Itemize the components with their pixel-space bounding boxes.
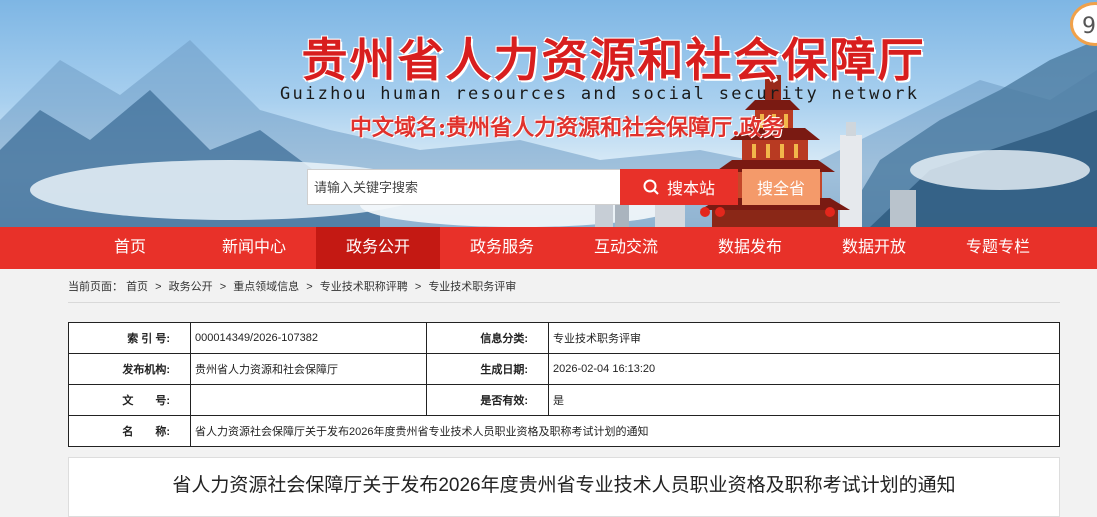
name-label: 名 称: [68, 415, 191, 447]
name-value: 省人力资源社会保障厅关于发布2026年度贵州省专业技术人员职业资格及职称考试计划… [190, 415, 1060, 447]
valid-value: 是 [548, 384, 1060, 416]
domain-name-label: 中文域名:贵州省人力资源和社会保障厅.政务 [350, 115, 784, 141]
article-container: 省人力资源社会保障厅关于发布2026年度贵州省专业技术人员职业资格及职称考试计划… [68, 457, 1060, 517]
category-value: 专业技术职务评审 [548, 322, 1060, 354]
table-row: 文 号: 是否有效: 是 [68, 384, 1060, 416]
breadcrumb-separator: > [306, 281, 313, 293]
nav-item-open-data[interactable]: 数据开放 [812, 227, 936, 269]
date-value: 2026-02-04 16:13:20 [548, 353, 1060, 385]
nav-item-gov-affairs[interactable]: 政务公开 [316, 227, 440, 269]
docno-value [190, 384, 427, 416]
breadcrumb-separator: > [414, 281, 422, 293]
breadcrumb-prefix: 当前页面： [68, 281, 123, 293]
category-label: 信息分类: [426, 322, 549, 354]
table-row: 发布机构: 贵州省人力资源和社会保障厅 生成日期: 2026-02-04 16:… [68, 353, 1060, 385]
nav-item-gov-services[interactable]: 政务服务 [440, 227, 564, 269]
docno-label: 文 号: [68, 384, 191, 416]
breadcrumb: 当前页面： 首页 > 政务公开 > 重点领域信息 > 专业技术职称评聘 > 专业… [68, 278, 1060, 303]
breadcrumb-title-review[interactable]: 专业技术职务评审 [428, 281, 516, 293]
breadcrumb-separator: > [219, 281, 227, 293]
publisher-value: 贵州省人力资源和社会保障厅 [190, 353, 427, 385]
main-nav: 首页 新闻中心 政务公开 政务服务 互动交流 数据发布 数据开放 专题专栏 [0, 227, 1097, 269]
date-label: 生成日期: [426, 353, 549, 385]
breadcrumb-title-evaluation[interactable]: 专业技术职称评聘 [320, 281, 408, 293]
nav-item-topics[interactable]: 专题专栏 [936, 227, 1060, 269]
nav-item-news[interactable]: 新闻中心 [192, 227, 316, 269]
search-icon [643, 179, 659, 195]
breadcrumb-separator: > [155, 281, 162, 293]
valid-label: 是否有效: [426, 384, 549, 416]
table-row: 索 引 号: 000014349/2026-107382 信息分类: 专业技术职… [68, 322, 1060, 354]
index-label: 索 引 号: [68, 322, 191, 354]
site-title: 贵州省人力资源和社会保障厅 [301, 33, 926, 87]
article-title: 省人力资源社会保障厅关于发布2026年度贵州省专业技术人员职业资格及职称考试计划… [172, 475, 956, 496]
index-value: 000014349/2026-107382 [190, 322, 427, 354]
document-info-table: 索 引 号: 000014349/2026-107382 信息分类: 专业技术职… [68, 322, 1060, 447]
search-site-button[interactable]: 搜本站 [620, 169, 738, 205]
breadcrumb-home[interactable]: 首页 [126, 281, 148, 293]
nav-item-data-release[interactable]: 数据发布 [688, 227, 812, 269]
header-banner: 贵州省人力资源和社会保障厅 Guizhou human resources an… [0, 0, 1097, 227]
search-site-label: 搜本站 [666, 181, 715, 198]
table-row: 名 称: 省人力资源社会保障厅关于发布2026年度贵州省专业技术人员职业资格及职… [68, 415, 1060, 447]
publisher-label: 发布机构: [68, 353, 191, 385]
breadcrumb-key-info[interactable]: 重点领域信息 [233, 281, 299, 293]
nav-item-interaction[interactable]: 互动交流 [564, 227, 688, 269]
nav-item-home[interactable]: 首页 [68, 227, 192, 269]
site-subtitle: Guizhou human resources and social secur… [280, 84, 920, 104]
search-input[interactable] [307, 169, 620, 205]
search-province-button[interactable]: 搜全省 [742, 169, 820, 205]
breadcrumb-gov-affairs[interactable]: 政务公开 [169, 281, 213, 293]
